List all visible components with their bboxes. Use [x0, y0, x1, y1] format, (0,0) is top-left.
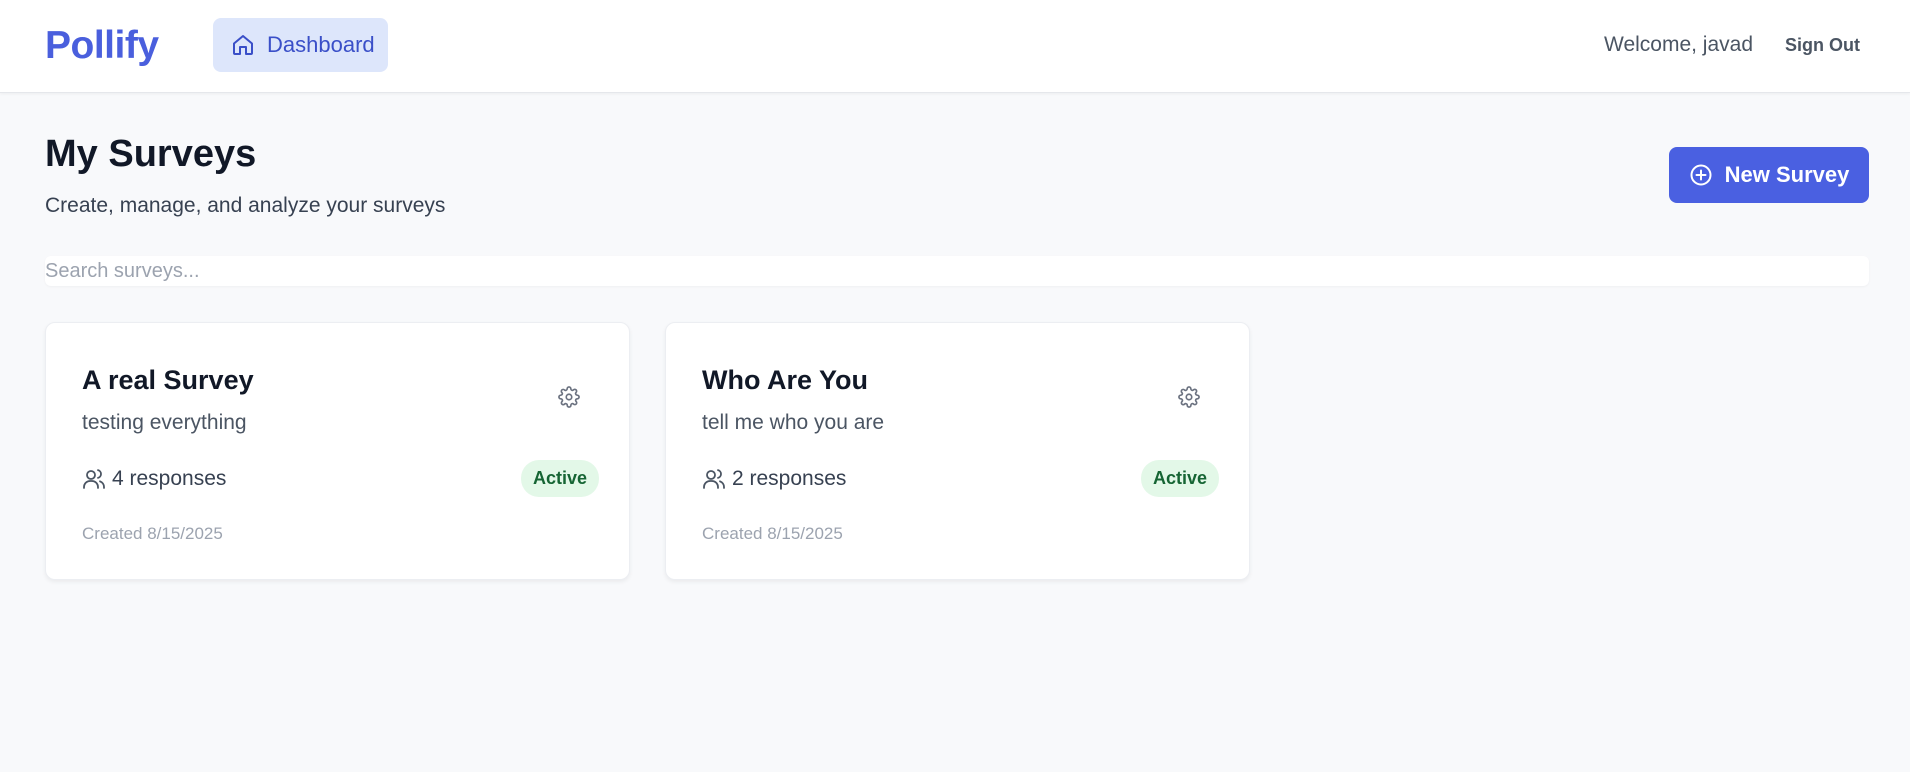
page-title: My Surveys	[45, 133, 257, 175]
nav-dashboard-link[interactable]: Dashboard	[213, 18, 388, 72]
welcome-text: Welcome, javad	[1604, 33, 1754, 56]
created-date: Created 8/15/2025	[82, 524, 223, 543]
survey-card[interactable]: A real Survey testing everything 4 respo…	[45, 322, 630, 580]
created-date: Created 8/15/2025	[702, 524, 843, 543]
page-subtitle: Create, manage, and analyze your surveys	[45, 194, 446, 217]
response-count: 4 responses	[82, 467, 226, 491]
users-icon	[703, 469, 725, 489]
sign-out-button[interactable]: Sign Out	[1785, 35, 1860, 56]
survey-description: tell me who you are	[702, 411, 885, 434]
response-count: 2 responses	[702, 467, 846, 491]
response-count-label: 2 responses	[732, 467, 847, 490]
top-navbar: Pollify Dashboard Welcome, javad Sign Ou…	[0, 0, 1910, 93]
response-count-label: 4 responses	[112, 467, 227, 490]
gear-icon[interactable]	[1178, 386, 1200, 408]
status-badge: Active	[521, 460, 600, 497]
survey-card[interactable]: Who Are You tell me who you are 2 respon…	[665, 322, 1250, 580]
home-icon	[233, 35, 253, 55]
brand-logo[interactable]: Pollify	[45, 24, 159, 68]
survey-title: Who Are You	[702, 365, 868, 395]
users-icon	[83, 469, 105, 489]
nav-dashboard-label: Dashboard	[267, 32, 375, 57]
gear-icon[interactable]	[558, 386, 580, 408]
new-survey-button[interactable]: New Survey	[1669, 147, 1869, 203]
status-badge: Active	[1141, 460, 1220, 497]
search-input[interactable]	[45, 256, 1869, 286]
plus-circle-icon	[1690, 164, 1712, 186]
survey-description: testing everything	[82, 411, 247, 434]
new-survey-label: New Survey	[1724, 162, 1850, 187]
survey-title: A real Survey	[82, 365, 254, 395]
